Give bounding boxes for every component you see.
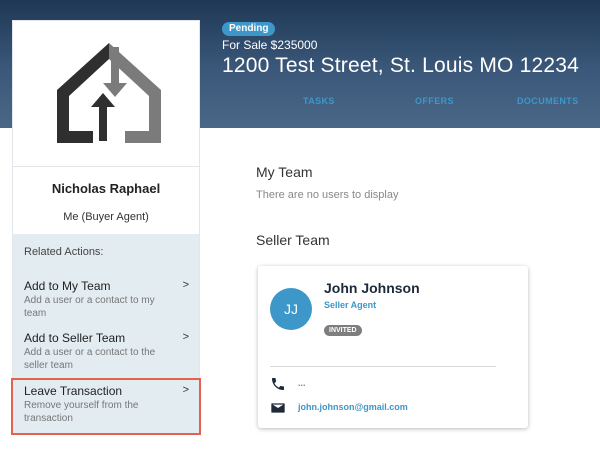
chevron-right-icon: > <box>182 384 189 396</box>
house-arrows-logo <box>57 43 161 143</box>
agent-name: Nicholas Raphael <box>51 181 161 196</box>
property-address: 1200 Test Street, St. Louis MO 12234 <box>222 54 580 77</box>
action-leave-transaction[interactable]: Leave Transaction Remove yourself from t… <box>11 378 201 435</box>
action-title: Add to My Team <box>24 279 111 293</box>
tab-offers[interactable]: OFFERS <box>415 96 454 106</box>
action-description: Remove yourself from the transaction <box>24 400 139 424</box>
action-add-to-seller-team[interactable]: Add to Seller Team Add a user or a conta… <box>13 331 199 383</box>
contact-name: John Johnson <box>324 280 420 296</box>
tab-tasks[interactable]: TASKS <box>303 96 335 106</box>
invited-badge: INVITED <box>324 325 362 336</box>
action-title: Leave Transaction <box>24 384 123 398</box>
tab-documents[interactable]: DOCUMENTS <box>517 96 579 106</box>
related-actions-panel: Related Actions: Add to My Team Add a us… <box>11 234 201 435</box>
sidebar: Nicholas Raphael Me (Buyer Agent) Relate… <box>11 20 201 435</box>
action-description: Add a user or a contact to my team <box>24 295 155 319</box>
chevron-right-icon: > <box>182 331 189 343</box>
agent-role: Me (Buyer Agent) <box>63 211 149 223</box>
action-add-to-my-team[interactable]: Add to My Team Add a user or a contact t… <box>13 279 199 331</box>
phone-icon <box>272 378 284 390</box>
sale-price: For Sale $235000 <box>222 38 318 52</box>
contact-role: Seller Agent <box>324 300 377 310</box>
related-actions-title: Related Actions: <box>24 246 104 258</box>
card-divider <box>270 366 496 367</box>
my-team-title: My Team <box>256 164 313 180</box>
chevron-right-icon: > <box>182 279 189 291</box>
action-description: Add a user or a contact to the seller te… <box>24 347 156 371</box>
seller-team-title: Seller Team <box>256 232 330 248</box>
email-icon <box>271 403 285 413</box>
email-value[interactable]: john.johnson@gmail.com <box>298 402 408 412</box>
phone-value[interactable]: ... <box>298 378 306 388</box>
email-row[interactable]: john.johnson@gmail.com <box>270 400 510 416</box>
action-title: Add to Seller Team <box>24 331 126 345</box>
status-badge: Pending <box>222 22 276 36</box>
contact-card[interactable]: JJ John Johnson Seller Agent INVITED ...… <box>258 266 528 428</box>
my-team-empty-message: There are no users to display <box>256 189 399 201</box>
phone-row[interactable]: ... <box>270 376 510 392</box>
avatar: JJ <box>270 288 312 330</box>
logo-area <box>13 21 199 167</box>
